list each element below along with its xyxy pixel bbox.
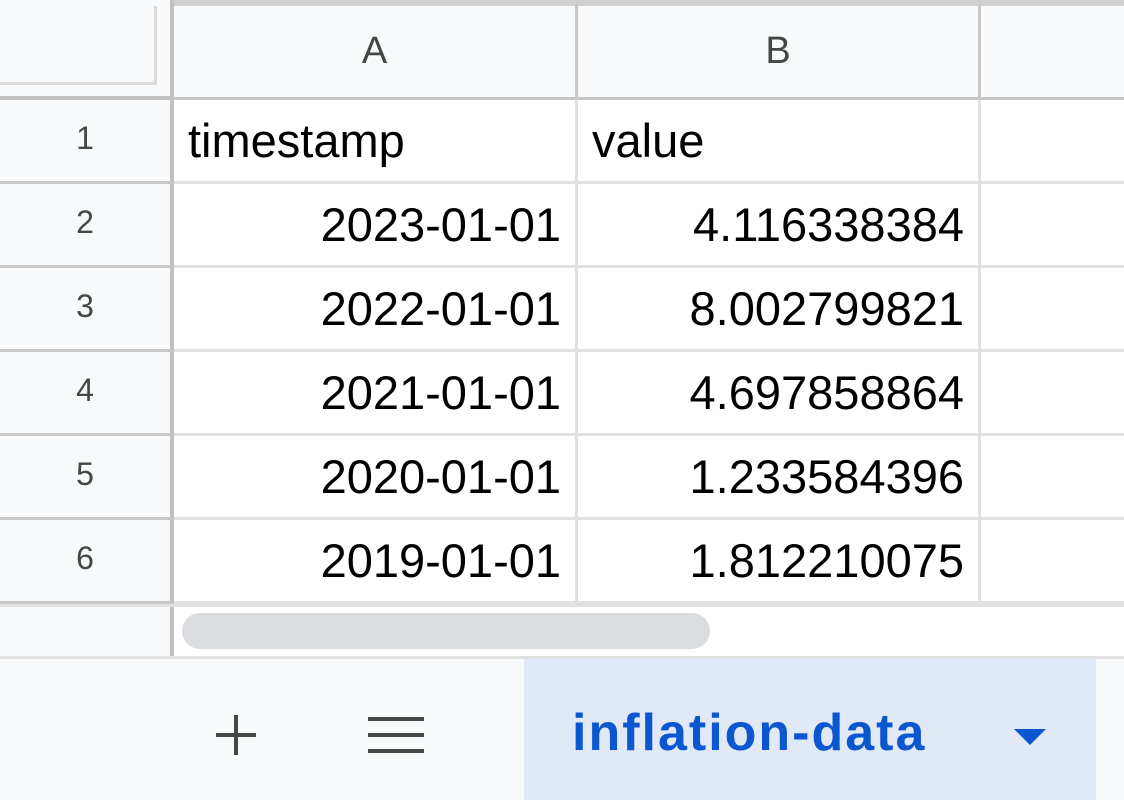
scroll-corner bbox=[0, 607, 174, 656]
row-header[interactable]: 3 bbox=[0, 268, 174, 352]
table-row: 1 timestamp value bbox=[0, 100, 1124, 184]
cell-b3[interactable]: 8.002799821 bbox=[578, 268, 981, 352]
sheet-tab-bar: inflation-data bbox=[0, 656, 1124, 800]
cell-a2[interactable]: 2023-01-01 bbox=[174, 184, 578, 268]
column-header-row: A B bbox=[0, 0, 1124, 100]
cell-c5[interactable] bbox=[981, 436, 1124, 520]
row-header[interactable]: 2 bbox=[0, 184, 174, 268]
cell-a6[interactable]: 2019-01-01 bbox=[174, 520, 578, 604]
row-header[interactable]: 4 bbox=[0, 352, 174, 436]
horizontal-scroll-area bbox=[0, 604, 1124, 656]
column-header-b[interactable]: B bbox=[578, 0, 981, 100]
table-row: 4 2021-01-01 4.697858864 bbox=[0, 352, 1124, 436]
table-row: 2 2023-01-01 4.116338384 bbox=[0, 184, 1124, 268]
row-header[interactable]: 1 bbox=[0, 100, 174, 184]
row-header[interactable]: 5 bbox=[0, 436, 174, 520]
cell-a1[interactable]: timestamp bbox=[174, 100, 578, 184]
horizontal-scrollbar[interactable] bbox=[182, 613, 710, 649]
cell-a3[interactable]: 2022-01-01 bbox=[174, 268, 578, 352]
cell-a5[interactable]: 2020-01-01 bbox=[174, 436, 578, 520]
cell-b5[interactable]: 1.233584396 bbox=[578, 436, 981, 520]
cell-c3[interactable] bbox=[981, 268, 1124, 352]
table-row: 6 2019-01-01 1.812210075 bbox=[0, 520, 1124, 604]
spreadsheet-app: A B 1 timestamp value 2 2023-01-01 4.116… bbox=[0, 0, 1124, 800]
caret-down-icon[interactable] bbox=[1014, 729, 1046, 745]
column-header-c[interactable] bbox=[981, 0, 1124, 100]
sheet-tab-label: inflation-data bbox=[572, 704, 927, 762]
cell-c4[interactable] bbox=[981, 352, 1124, 436]
column-header-a[interactable]: A bbox=[174, 0, 578, 100]
table-row: 5 2020-01-01 1.233584396 bbox=[0, 436, 1124, 520]
cell-a4[interactable]: 2021-01-01 bbox=[174, 352, 578, 436]
sheet-tab-inflation-data[interactable]: inflation-data bbox=[524, 659, 1096, 800]
row-header[interactable]: 6 bbox=[0, 520, 174, 604]
cell-b1[interactable]: value bbox=[578, 100, 981, 184]
menu-icon bbox=[368, 717, 424, 753]
select-all-corner[interactable] bbox=[0, 0, 174, 100]
add-sheet-button[interactable] bbox=[200, 699, 272, 771]
plus-icon bbox=[216, 715, 256, 755]
cell-b6[interactable]: 1.812210075 bbox=[578, 520, 981, 604]
cell-c2[interactable] bbox=[981, 184, 1124, 268]
table-row: 3 2022-01-01 8.002799821 bbox=[0, 268, 1124, 352]
cell-b4[interactable]: 4.697858864 bbox=[578, 352, 981, 436]
cell-b2[interactable]: 4.116338384 bbox=[578, 184, 981, 268]
cell-c6[interactable] bbox=[981, 520, 1124, 604]
corner-inner bbox=[0, 6, 157, 85]
sheet-grid: A B 1 timestamp value 2 2023-01-01 4.116… bbox=[0, 0, 1124, 656]
all-sheets-button[interactable] bbox=[360, 699, 432, 771]
cell-c1[interactable] bbox=[981, 100, 1124, 184]
